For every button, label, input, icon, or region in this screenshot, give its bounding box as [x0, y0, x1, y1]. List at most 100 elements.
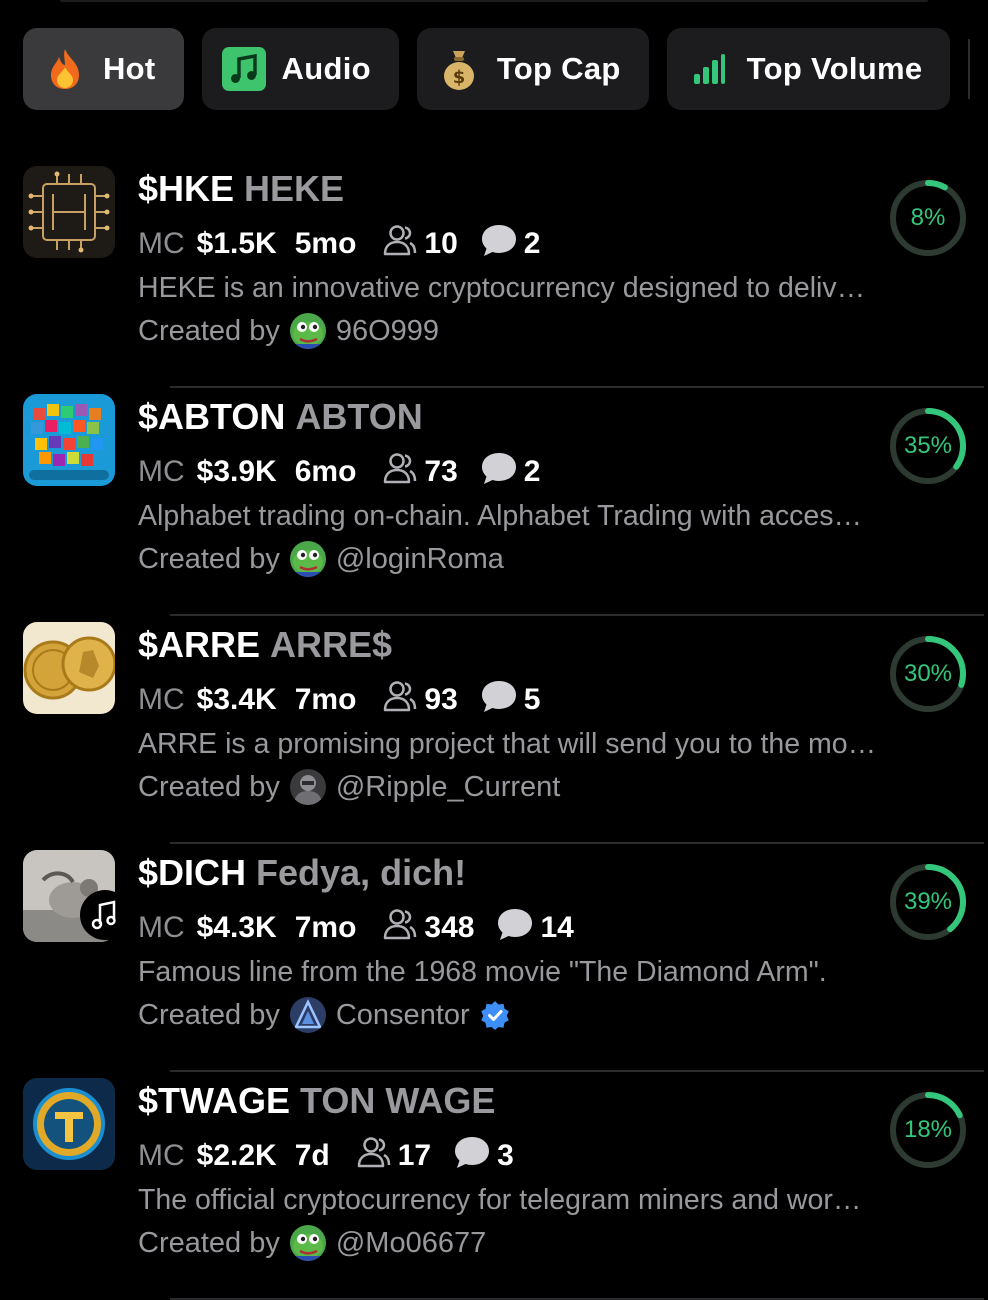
comment-icon	[480, 451, 518, 493]
progress-percent: 18%	[903, 1116, 953, 1143]
token-description: The official cryptocurrency for telegram…	[138, 1184, 862, 1216]
token-description: Alphabet trading on-chain. Alphabet Trad…	[138, 500, 863, 532]
tabs-overflow-edge	[968, 39, 971, 99]
token-ticker: $HKE	[138, 168, 235, 209]
holders-icon	[382, 908, 418, 948]
holders-count: 93	[424, 683, 458, 716]
market-cap-label: MC	[138, 911, 185, 944]
tab-top-volume[interactable]: Top Volume	[666, 28, 951, 110]
created-by-label: Created by	[138, 1226, 280, 1259]
comments-count: 14	[540, 911, 574, 944]
token-list-item[interactable]: $HKE HEKE MC $1.5K 5mo 10 2 HEKE is an i…	[0, 160, 988, 388]
holders-count: 73	[424, 455, 458, 488]
comments-count: 5	[523, 683, 541, 716]
bonding-progress-ring: 8%	[888, 178, 968, 258]
token-ticker: $ARRE	[138, 624, 261, 665]
holders-count: 348	[424, 911, 475, 944]
fire-icon	[43, 47, 87, 91]
token-avatar	[23, 166, 115, 258]
creator-name[interactable]: 96O999	[336, 315, 439, 348]
token-name: ARRE$	[270, 624, 393, 665]
filter-tabs: Hot Audio $ Top Cap Top Volume	[23, 28, 988, 110]
market-cap-label: MC	[138, 455, 185, 488]
market-cap-label: MC	[138, 227, 185, 260]
comments-count: 2	[523, 227, 541, 260]
comment-icon	[480, 679, 518, 721]
token-name: ABTON	[295, 396, 423, 437]
token-age: 5mo	[294, 227, 357, 260]
token-name: HEKE	[244, 168, 345, 209]
tab-label: Audio	[281, 51, 371, 86]
tab-hot[interactable]: Hot	[23, 28, 184, 110]
token-avatar	[23, 394, 115, 486]
token-list: $HKE HEKE MC $1.5K 5mo 10 2 HEKE is an i…	[0, 160, 988, 1300]
comment-icon	[496, 907, 534, 949]
holders-count: 17	[397, 1139, 432, 1172]
holders-icon	[382, 680, 418, 720]
bonding-progress-ring: 18%	[888, 1090, 968, 1170]
token-ticker: $DICH	[138, 852, 247, 893]
token-description: Famous line from the 1968 movie "The Dia…	[138, 956, 827, 988]
creator-avatar	[289, 541, 326, 577]
market-cap-value: $3.9K	[196, 455, 277, 488]
token-ticker: $ABTON	[138, 396, 286, 437]
created-by-label: Created by	[138, 314, 280, 347]
creator-avatar	[289, 313, 326, 349]
creator-avatar	[289, 997, 326, 1033]
tab-top-cap[interactable]: $ Top Cap	[416, 28, 649, 110]
tab-label: Top Volume	[746, 51, 923, 86]
holders-icon	[382, 224, 418, 264]
token-ticker: $TWAGE	[138, 1080, 291, 1121]
holders-icon	[382, 452, 418, 492]
progress-percent: 39%	[903, 888, 953, 915]
token-description: ARRE is a promising project that will se…	[138, 728, 877, 760]
token-age: 7d	[294, 1139, 330, 1172]
music-note-icon	[221, 47, 266, 91]
creator-name[interactable]: Consentor	[336, 999, 470, 1032]
token-age: 6mo	[294, 455, 357, 488]
holders-icon	[356, 1136, 392, 1176]
comments-count: 2	[523, 455, 541, 488]
market-cap-value: $3.4K	[196, 683, 277, 716]
created-by-label: Created by	[138, 770, 280, 803]
creator-name[interactable]: @Ripple_Current	[336, 771, 560, 804]
money-bag-icon: $	[437, 47, 481, 91]
token-list-item[interactable]: $DICH Fedya, dich! MC $4.3K 7mo 348 14 F…	[0, 844, 988, 1072]
market-cap-value: $2.2K	[196, 1139, 277, 1172]
market-cap-value: $1.5K	[196, 227, 277, 260]
token-list-item[interactable]: $TWAGE TON WAGE MC $2.2K 7d 17 3 The off…	[0, 1072, 988, 1300]
progress-percent: 30%	[903, 660, 953, 687]
tab-label: Top Cap	[496, 51, 621, 86]
market-cap-label: MC	[138, 683, 185, 716]
market-cap-label: MC	[138, 1139, 185, 1172]
token-name: Fedya, dich!	[256, 852, 467, 893]
tab-label: Hot	[103, 51, 156, 86]
bar-chart-icon	[687, 47, 731, 91]
token-name: TON WAGE	[300, 1080, 496, 1121]
token-avatar	[23, 622, 115, 714]
creator-avatar	[289, 1225, 326, 1261]
creator-name[interactable]: @Mo06677	[336, 1227, 486, 1260]
progress-percent: 8%	[910, 204, 946, 231]
holders-count: 10	[424, 227, 458, 260]
token-description: HEKE is an innovative cryptocurrency des…	[138, 272, 866, 304]
creator-name[interactable]: @loginRoma	[336, 543, 504, 576]
token-avatar	[23, 1078, 115, 1170]
market-cap-value: $4.3K	[196, 911, 277, 944]
bonding-progress-ring: 39%	[888, 862, 968, 942]
comment-icon	[453, 1135, 491, 1177]
created-by-label: Created by	[138, 998, 280, 1031]
creator-avatar	[289, 769, 326, 805]
token-age: 7mo	[294, 683, 357, 716]
token-list-item[interactable]: $ABTON ABTON MC $3.9K 6mo 73 2 Alphabet …	[0, 388, 988, 616]
verified-badge-icon	[480, 1000, 510, 1030]
music-note-icon	[80, 890, 130, 940]
token-age: 7mo	[294, 911, 357, 944]
token-list-item[interactable]: $ARRE ARRE$ MC $3.4K 7mo 93 5 ARRE is a …	[0, 616, 988, 844]
top-handle	[60, 0, 928, 2]
svg-text:$: $	[453, 67, 466, 88]
bonding-progress-ring: 35%	[888, 406, 968, 486]
progress-percent: 35%	[903, 432, 953, 459]
tab-audio[interactable]: Audio	[201, 28, 399, 110]
created-by-label: Created by	[138, 542, 280, 575]
